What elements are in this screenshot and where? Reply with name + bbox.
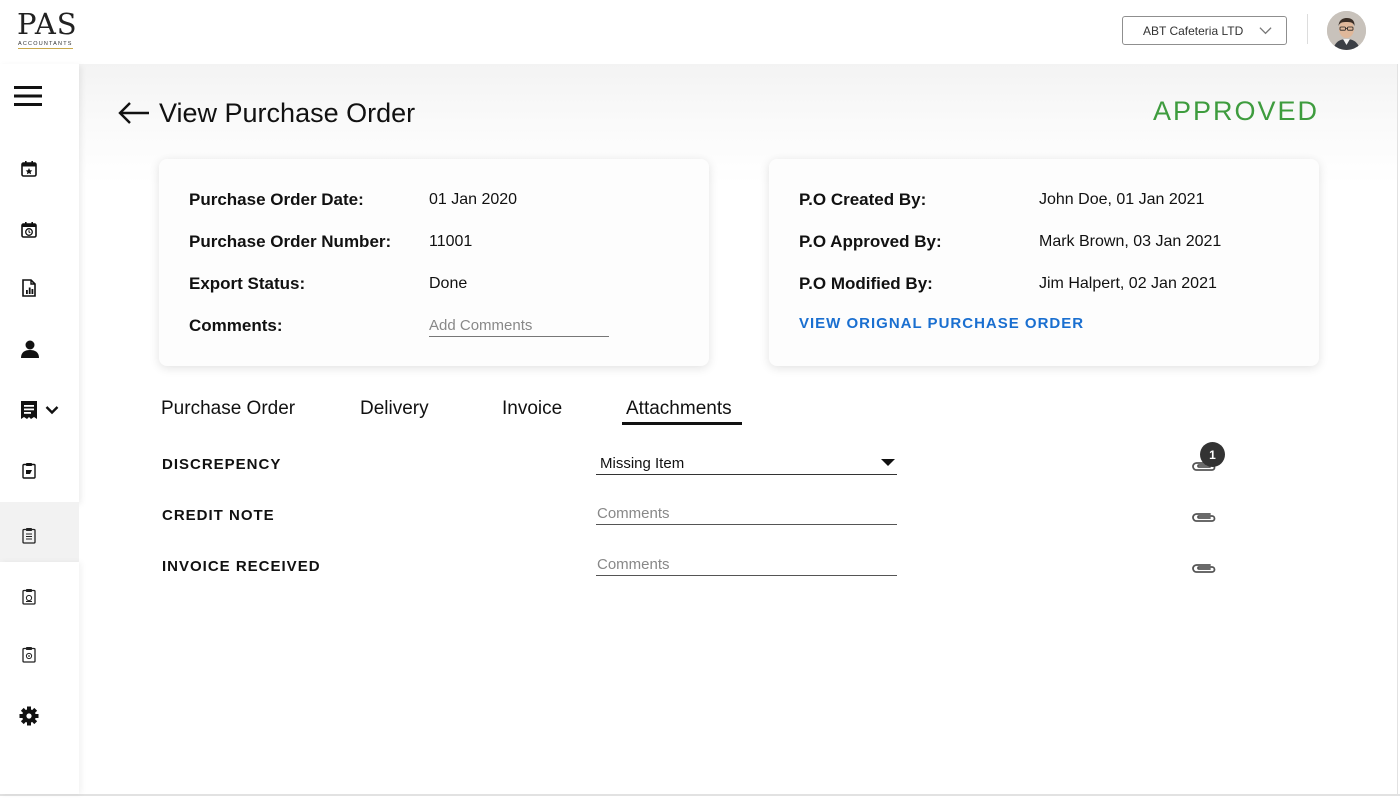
modified-by-value: Jim Halpert, 02 Jan 2021 <box>1039 275 1217 292</box>
clipboard-alt-icon[interactable] <box>19 644 39 664</box>
chevron-down-icon <box>1259 27 1272 35</box>
audit-card: P.O Created By: John Doe, 01 Jan 2021 P.… <box>769 159 1319 366</box>
attachment-count-badge: 1 <box>1200 442 1225 467</box>
order-date-label: Purchase Order Date: <box>189 190 364 209</box>
comments-label: Comments: <box>189 316 283 335</box>
order-number-value: 11001 <box>429 233 473 250</box>
menu-icon[interactable] <box>14 84 42 108</box>
discrepency-select[interactable]: Missing Item <box>596 452 897 475</box>
clipboard-icon[interactable] <box>19 460 39 480</box>
created-by-label: P.O Created By: <box>799 190 927 209</box>
order-details-card: Purchase Order Date: 01 Jan 2020 Purchas… <box>159 159 709 366</box>
paperclip-icon[interactable] <box>1190 562 1218 576</box>
document-chart-icon[interactable] <box>19 278 39 298</box>
discrepency-label: DISCREPENCY <box>162 456 282 473</box>
credit-note-label: CREDIT NOTE <box>162 507 275 524</box>
gear-icon[interactable] <box>18 705 40 727</box>
order-number-label: Purchase Order Number: <box>189 232 392 251</box>
clipboard-list-icon[interactable] <box>19 525 39 545</box>
logo[interactable]: PAS ACCOUNTANTS <box>17 8 79 54</box>
receipt-icon[interactable] <box>17 399 41 421</box>
sidebar-panel <box>0 64 79 502</box>
tab-purchase-order[interactable]: Purchase Order <box>161 398 295 420</box>
clipboard-check-icon[interactable] <box>19 586 39 606</box>
company-selector-value: ABT Cafeteria LTD <box>1143 23 1244 38</box>
content-edge <box>1397 64 1398 794</box>
logo-subtitle: ACCOUNTANTS <box>18 41 73 49</box>
calendar-clock-icon[interactable] <box>19 219 39 239</box>
invoice-received-comments-input[interactable] <box>596 553 897 576</box>
page-bottom-edge <box>0 794 1400 796</box>
comments-input[interactable] <box>429 315 609 337</box>
calendar-star-icon[interactable] <box>19 158 39 178</box>
order-date-value: 01 Jan 2020 <box>429 191 518 208</box>
chevron-down-icon[interactable] <box>44 402 60 418</box>
status-badge: APPROVED <box>1152 96 1319 126</box>
logo-text: PAS <box>17 7 78 41</box>
user-photo-icon <box>1327 11 1366 50</box>
company-selector[interactable]: ABT Cafeteria LTD <box>1122 16 1287 45</box>
header-divider <box>1307 14 1308 44</box>
credit-note-comments-input[interactable] <box>596 502 897 525</box>
tab-attachments[interactable]: Attachments <box>626 398 732 420</box>
sidebar <box>0 64 79 794</box>
paperclip-icon[interactable] <box>1190 511 1218 525</box>
sidebar-panel-lower <box>0 562 79 794</box>
export-status-value: Done <box>429 275 468 292</box>
caret-down-icon <box>881 459 895 466</box>
tab-invoice[interactable]: Invoice <box>502 398 562 420</box>
tab-delivery[interactable]: Delivery <box>360 398 429 420</box>
page-title: View Purchase Order <box>159 97 416 128</box>
top-bar: PAS ACCOUNTANTS ABT Cafeteria LTD <box>0 0 1400 64</box>
modified-by-label: P.O Modified By: <box>799 274 933 293</box>
view-original-po-link[interactable]: VIEW ORIGNAL PURCHASE ORDER <box>799 315 1084 332</box>
user-icon[interactable] <box>19 339 41 359</box>
avatar[interactable] <box>1327 11 1366 50</box>
invoice-received-label: INVOICE RECEIVED <box>162 558 321 575</box>
created-by-value: John Doe, 01 Jan 2021 <box>1039 191 1205 208</box>
approved-by-label: P.O Approved By: <box>799 232 942 251</box>
sidebar-gap <box>0 502 79 562</box>
discrepency-select-value: Missing Item <box>600 455 685 472</box>
back-arrow-icon[interactable] <box>118 101 150 125</box>
page-header: View Purchase Order <box>118 96 415 130</box>
export-status-label: Export Status: <box>189 274 306 293</box>
active-tab-indicator <box>622 422 742 425</box>
approved-by-value: Mark Brown, 03 Jan 2021 <box>1039 233 1222 250</box>
